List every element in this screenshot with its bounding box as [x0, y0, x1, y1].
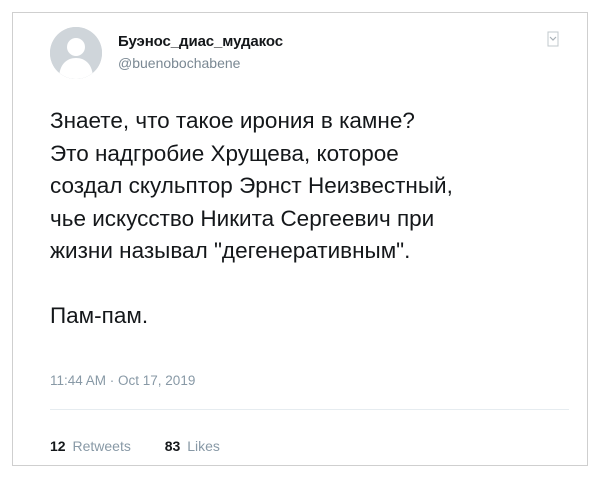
chevron-menu-icon[interactable]	[547, 31, 559, 47]
tweet-card: Буэнос_диас_мудакос @buenobochabene Знае…	[12, 12, 588, 466]
author-name[interactable]: Буэнос_диас_мудакос	[118, 33, 283, 50]
likes-count: 83	[164, 438, 181, 454]
tweet-line: чье искусство Никита Сергеевич при	[50, 205, 435, 231]
tweet-timestamp[interactable]: 11:44 AM · Oct 17, 2019	[50, 373, 195, 388]
avatar[interactable]	[50, 27, 102, 79]
retweets-stat[interactable]: 12 Retweets	[50, 438, 131, 454]
tweet-text: Знаете, что такое ирония в камне? Это на…	[50, 105, 570, 332]
tweet-line: Это надгробие Хрущева, которое	[50, 140, 399, 166]
menu-glyph	[547, 31, 559, 47]
tweet-stats: 12 Retweets 83 Likes	[50, 438, 250, 454]
tweet-line: Знаете, что такое ирония в камне?	[50, 108, 415, 133]
divider	[50, 409, 569, 410]
paragraph-break	[50, 268, 570, 300]
default-profile-avatar-icon	[50, 27, 102, 79]
likes-stat[interactable]: 83 Likes	[165, 438, 220, 454]
tweet-line: жизни называл "дегенеративным".	[50, 238, 411, 263]
tweet-line: создал скульптор Эрнст Неизвестный,	[50, 173, 453, 198]
retweets-label: Retweets	[72, 438, 131, 454]
tweet-line-final: Пам-пам.	[50, 302, 149, 328]
author-handle[interactable]: @buenobochabene	[118, 55, 240, 71]
likes-label: Likes	[187, 438, 220, 454]
retweets-count: 12	[50, 438, 66, 454]
